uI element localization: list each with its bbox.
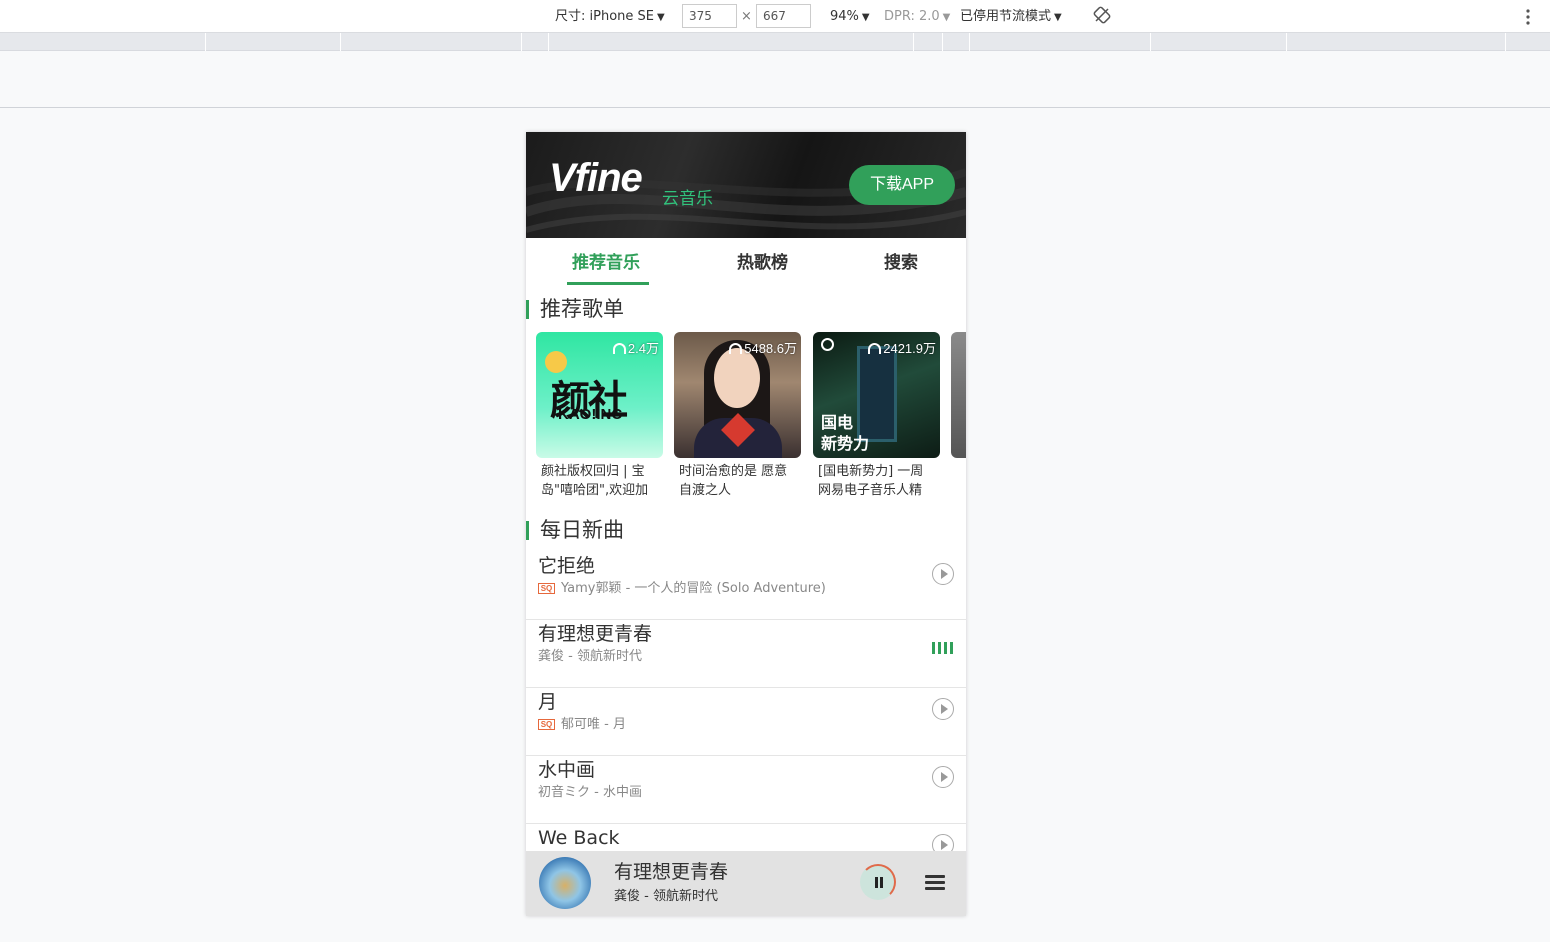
section-title-recommend: 推荐歌单 bbox=[526, 296, 624, 322]
now-playing-icon bbox=[932, 640, 954, 654]
nav-tabs: 推荐音乐 热歌榜 搜索 bbox=[526, 238, 966, 288]
rotate-icon[interactable] bbox=[1093, 6, 1111, 24]
song-title: 水中画 bbox=[538, 759, 596, 781]
play-icon[interactable] bbox=[932, 563, 954, 585]
play-count: 5488.6万 bbox=[729, 338, 797, 357]
play-icon[interactable] bbox=[932, 698, 954, 720]
playlist-cover bbox=[951, 332, 966, 458]
download-app-button[interactable]: 下载APP bbox=[849, 165, 955, 205]
play-count: 2.4万 bbox=[612, 338, 659, 357]
phone-viewport: Vfine 云音乐 下载APP 推荐音乐 热歌榜 搜索 推荐歌单 颜社 KAO!… bbox=[526, 132, 966, 916]
album-art[interactable] bbox=[539, 857, 591, 909]
viewport-width-input[interactable]: 375 bbox=[682, 4, 737, 28]
section-title-daily: 每日新曲 bbox=[526, 517, 624, 543]
dimension-separator: × bbox=[741, 9, 752, 24]
tab-search[interactable]: 搜索 bbox=[884, 250, 918, 276]
headphones-icon bbox=[729, 343, 743, 354]
playlist-name bbox=[951, 462, 966, 500]
headphones-icon bbox=[612, 343, 626, 354]
song-artist-album: SQ Yamy郭颖 - 一个人的冒险 (Solo Adventure) bbox=[538, 580, 826, 597]
cover-text: 国电 新势力 bbox=[821, 413, 870, 453]
song-title: 有理想更青春 bbox=[538, 623, 653, 645]
active-tab-indicator bbox=[567, 282, 649, 285]
viewport-height-input[interactable]: 667 bbox=[756, 4, 811, 28]
brand-subtitle: 云音乐 bbox=[662, 189, 713, 209]
tab-recommend[interactable]: 推荐音乐 bbox=[572, 250, 640, 276]
playlist-menu-icon[interactable] bbox=[925, 875, 945, 891]
playlist-carousel[interactable]: 颜社 KAO!INC 2.4万 颜社版权回归 | 宝岛"嘻哈团",欢迎加 548… bbox=[536, 332, 966, 502]
song-title: We Back bbox=[538, 827, 620, 849]
app-header: Vfine 云音乐 下载APP bbox=[526, 132, 966, 238]
tab-hot-chart[interactable]: 热歌榜 bbox=[737, 250, 788, 276]
brand-logo: Vfine bbox=[549, 156, 643, 200]
mini-player[interactable]: 有理想更青春 龚俊 - 领航新时代 bbox=[526, 851, 966, 916]
playlist-name: 时间治愈的是 愿意自渡之人 bbox=[679, 464, 788, 498]
playlist-name: 颜社版权回归 | 宝岛"嘻哈团",欢迎加 bbox=[541, 464, 649, 498]
song-artist-album: 龚俊 - 领航新时代 bbox=[538, 649, 642, 664]
dpr-select[interactable]: DPR: 2.0 ▼ bbox=[884, 8, 950, 26]
playlist-card[interactable] bbox=[951, 332, 966, 500]
song-row[interactable]: 月 SQ 郁可唯 - 月 bbox=[526, 688, 966, 756]
play-icon[interactable] bbox=[932, 766, 954, 788]
player-song-artist: 龚俊 - 领航新时代 bbox=[614, 889, 718, 904]
player-song-title: 有理想更青春 bbox=[614, 861, 729, 883]
zoom-select[interactable]: 94% ▼ bbox=[830, 8, 870, 26]
media-query-ruler[interactable] bbox=[0, 33, 1550, 51]
song-row[interactable]: 水中画 初音ミク - 水中画 bbox=[526, 756, 966, 824]
playlist-card[interactable]: 颜社 KAO!INC 2.4万 颜社版权回归 | 宝岛"嘻哈团",欢迎加 bbox=[536, 332, 663, 500]
devtools-band bbox=[0, 51, 1550, 108]
playlist-cover: 国电 新势力 2421.9万 bbox=[813, 332, 940, 458]
netease-logo-icon bbox=[821, 338, 834, 351]
pause-button[interactable] bbox=[860, 864, 896, 900]
cover-subtext: KAO!INC bbox=[558, 406, 623, 423]
sq-badge: SQ bbox=[538, 583, 555, 594]
more-options-icon[interactable] bbox=[1524, 7, 1532, 27]
playlist-card[interactable]: 国电 新势力 2421.9万 [国电新势力] 一周网易电子音乐人精 bbox=[813, 332, 940, 500]
playlist-card[interactable]: 5488.6万 时间治愈的是 愿意自渡之人 bbox=[674, 332, 801, 500]
playlist-cover: 5488.6万 bbox=[674, 332, 801, 458]
device-select[interactable]: 尺寸: iPhone SE ▼ bbox=[555, 8, 665, 26]
song-row[interactable]: 有理想更青春 龚俊 - 领航新时代 bbox=[526, 620, 966, 688]
song-title: 月 bbox=[538, 691, 558, 713]
song-title: 它拒绝 bbox=[538, 555, 596, 577]
headphones-icon bbox=[868, 343, 882, 354]
song-artist-album: 初音ミク - 水中画 bbox=[538, 785, 642, 800]
devtools-device-toolbar: 尺寸: iPhone SE ▼ 375 × 667 94% ▼ DPR: 2.0 ▼ … bbox=[0, 0, 1550, 33]
playlist-name: [国电新势力] 一周网易电子音乐人精 bbox=[818, 464, 924, 498]
song-artist-album: SQ 郁可唯 - 月 bbox=[538, 716, 626, 733]
play-count: 2421.9万 bbox=[868, 338, 936, 357]
throttle-select[interactable]: 已停用节流模式 ▼ bbox=[960, 8, 1062, 26]
sq-badge: SQ bbox=[538, 719, 555, 730]
song-row[interactable]: 它拒绝 SQ Yamy郭颖 - 一个人的冒险 (Solo Adventure) bbox=[526, 552, 966, 620]
playlist-cover: 颜社 KAO!INC 2.4万 bbox=[536, 332, 663, 458]
